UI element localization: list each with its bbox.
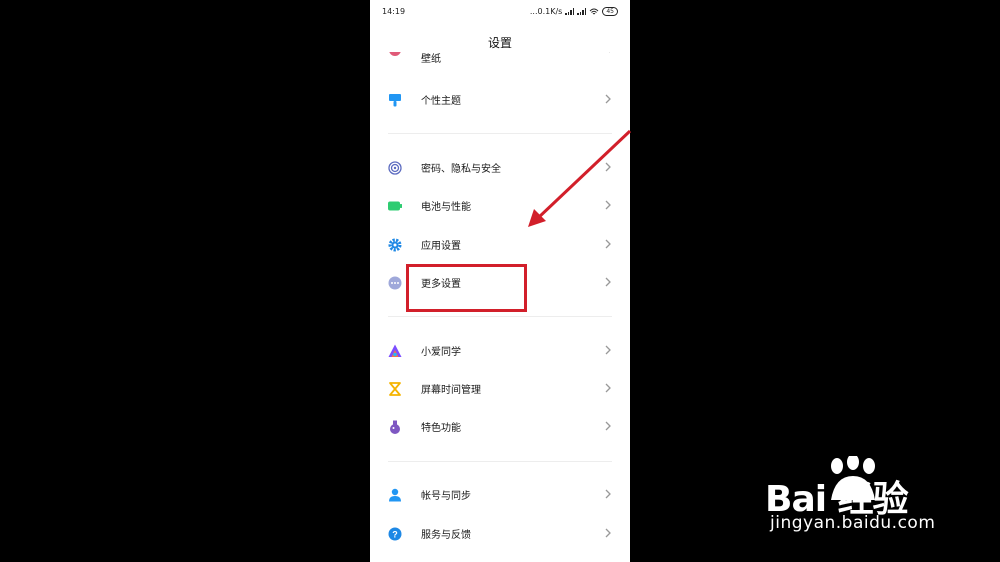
watermark-url: jingyan.baidu.com — [770, 513, 936, 533]
watermark: Bai 经验 jingyan.baidu.com — [765, 456, 955, 548]
highlight-box — [406, 264, 527, 312]
